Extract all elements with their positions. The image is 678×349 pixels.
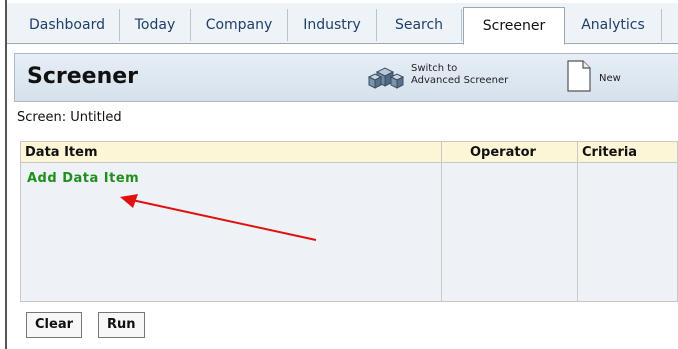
criteria-column xyxy=(577,163,678,302)
column-header-operator: Operator xyxy=(441,141,578,163)
screener-header: Screener Switch to Advanced Screener New xyxy=(14,53,678,102)
new-label: New xyxy=(599,73,621,84)
new-document-icon xyxy=(567,60,591,92)
operator-column xyxy=(441,163,578,302)
add-data-item-link[interactable]: Add Data Item xyxy=(27,171,139,186)
tab-today[interactable]: Today xyxy=(120,9,191,41)
screen-name-label: Screen: Untitled xyxy=(17,110,122,125)
left-border xyxy=(5,0,7,349)
switch-advanced-label: Switch to Advanced Screener xyxy=(411,63,508,87)
switch-line-2: Advanced Screener xyxy=(411,75,509,86)
switch-line-1: Switch to xyxy=(411,63,458,74)
cubes-icon xyxy=(367,67,405,89)
tab-bar: Dashboard Today Company Industry Search … xyxy=(7,3,678,45)
criteria-grid: Data Item Operator Criteria Add Data Ite… xyxy=(20,141,678,302)
screenshot-frame: Dashboard Today Company Industry Search … xyxy=(0,0,678,349)
tab-screener[interactable]: Screener xyxy=(463,7,565,45)
tab-industry[interactable]: Industry xyxy=(288,9,377,41)
run-button[interactable]: Run xyxy=(98,312,145,338)
data-item-column: Add Data Item xyxy=(20,163,442,302)
column-header-data-item: Data Item xyxy=(20,141,442,163)
clear-button[interactable]: Clear xyxy=(26,312,82,338)
tab-analytics[interactable]: Analytics xyxy=(565,9,662,41)
new-button[interactable]: New xyxy=(567,60,627,94)
tab-search[interactable]: Search xyxy=(377,9,462,41)
tab-dashboard[interactable]: Dashboard xyxy=(15,9,120,41)
switch-advanced-button[interactable]: Switch to Advanced Screener xyxy=(367,60,547,94)
tab-company[interactable]: Company xyxy=(191,9,288,41)
column-header-criteria: Criteria xyxy=(577,141,678,163)
page-title: Screener xyxy=(27,64,139,89)
